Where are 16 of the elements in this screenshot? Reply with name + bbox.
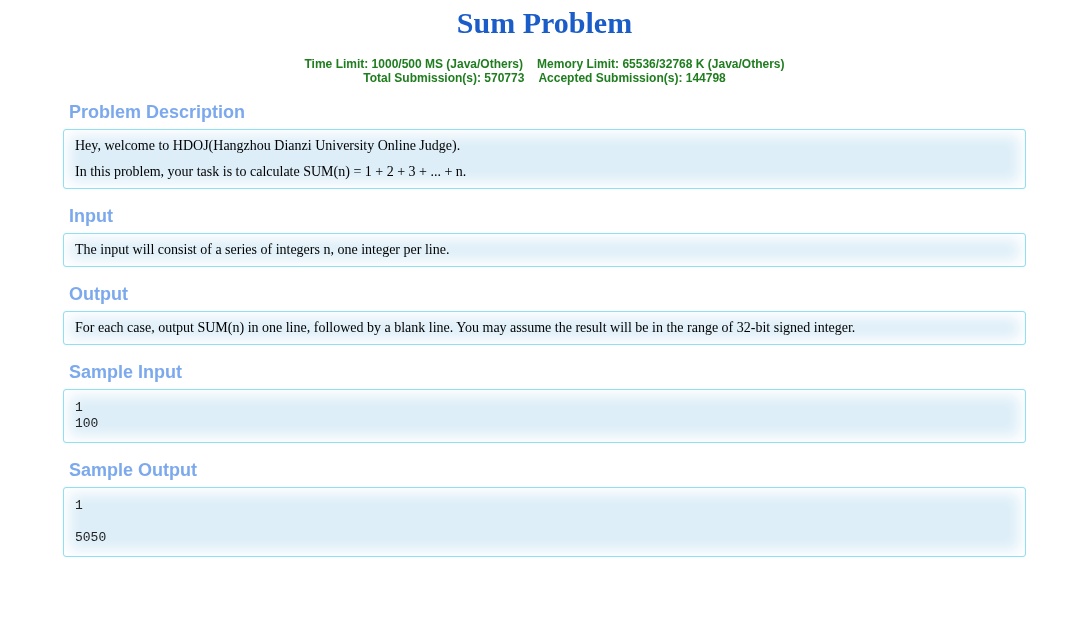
paragraph: The input will consist of a series of integers n, one integer per line.	[75, 242, 451, 258]
submission-count: Accepted Submission(s): 144798	[538, 71, 726, 85]
limit-text: Time Limit: 1000/500 MS (Java/Others)	[304, 57, 524, 71]
section-heading: Sample Output	[69, 460, 197, 481]
problem-title: Sum Problem	[456, 6, 633, 40]
submission-count: Total Submission(s): 570773	[363, 71, 525, 85]
paragraph: In this problem, your task is to calculate SUM(n) = 1 + 2 + 3 + ... + n.	[75, 164, 468, 180]
section-heading: Problem Description	[69, 102, 246, 123]
paragraph: For each case, output SUM(n) in one line, followed by a blank line. You may assume the result will be in the range of 32-bit signed integer.	[75, 320, 857, 336]
sample-code: 1 5050	[75, 498, 108, 546]
limit-text: Memory Limit: 65536/32768 K (Java/Others)	[537, 57, 785, 71]
section-heading: Output	[69, 284, 128, 305]
paragraph: Hey, welcome to HDOJ(Hangzhou Dianzi University Online Judge).	[75, 138, 462, 154]
section-heading: Sample Input	[69, 362, 182, 383]
section-heading: Input	[69, 206, 113, 227]
sample-code: 1 100	[75, 400, 100, 432]
